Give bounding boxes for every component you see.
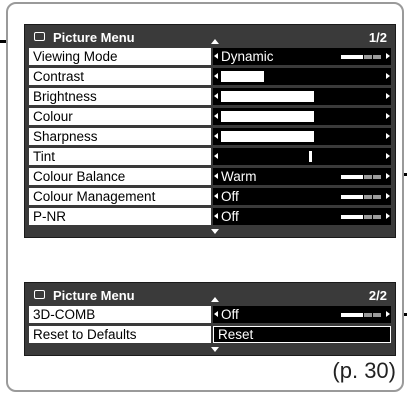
option-scale-icon <box>341 313 381 317</box>
setting-value: Off <box>221 209 239 224</box>
panel-title: Picture Menu <box>53 288 135 303</box>
menu-item-label: 3D-COMB <box>29 306 211 323</box>
menu-row-viewing-mode[interactable]: Viewing Mode Dynamic <box>29 48 391 65</box>
menu-row-colour-management[interactable]: Colour Management Off <box>29 188 391 205</box>
tint-marker[interactable] <box>308 150 313 163</box>
level-bar <box>221 111 314 122</box>
right-arrow-icon[interactable] <box>386 153 390 159</box>
left-arrow-icon[interactable] <box>214 73 218 79</box>
level-bar <box>221 131 314 142</box>
p-nr-control[interactable]: Off <box>213 208 391 225</box>
sharpness-control[interactable] <box>213 128 391 145</box>
scroll-up-arrow-icon[interactable] <box>211 39 219 44</box>
menu-item-label: Colour <box>29 108 211 125</box>
right-arrow-icon[interactable] <box>386 113 390 119</box>
right-arrow-icon[interactable] <box>386 133 390 139</box>
right-arrow-icon[interactable] <box>386 53 390 59</box>
tint-control[interactable] <box>213 148 391 165</box>
option-scale-icon <box>341 215 381 219</box>
menu-item-label: P-NR <box>29 208 211 225</box>
scroll-down-area <box>29 228 391 237</box>
menu-item-label: Reset to Defaults <box>29 326 211 343</box>
menu-item-label: Tint <box>29 148 211 165</box>
menu-row-colour[interactable]: Colour <box>29 108 391 125</box>
setting-value: Warm <box>221 169 257 184</box>
picture-menu-panel-2: Picture Menu 2/2 3D-COMB Off Reset to Defa… <box>24 282 396 356</box>
option-scale-icon <box>341 55 381 59</box>
right-arrow-icon[interactable] <box>386 73 390 79</box>
level-bar <box>221 71 264 82</box>
colour-control[interactable] <box>213 108 391 125</box>
menu-row-tint[interactable]: Tint <box>29 148 391 165</box>
menu-icon <box>34 290 45 299</box>
menu-row-contrast[interactable]: Contrast <box>29 68 391 85</box>
reset-label: Reset <box>218 327 254 342</box>
panel-header: Picture Menu 1/2 <box>29 28 391 48</box>
brightness-control[interactable] <box>213 88 391 105</box>
scroll-down-area <box>29 346 391 355</box>
left-arrow-icon[interactable] <box>214 113 218 119</box>
left-arrow-icon[interactable] <box>214 193 218 199</box>
right-arrow-icon[interactable] <box>386 213 390 219</box>
right-arrow-icon[interactable] <box>386 193 390 199</box>
setting-value: Off <box>221 307 239 322</box>
left-arrow-icon[interactable] <box>214 93 218 99</box>
menu-item-label: Viewing Mode <box>29 48 211 65</box>
menu-icon <box>34 32 45 41</box>
menu-item-label: Brightness <box>29 88 211 105</box>
menu-item-label: Colour Balance <box>29 168 211 185</box>
leader-dot <box>404 313 407 316</box>
panel-title: Picture Menu <box>53 30 135 45</box>
menu-row-sharpness[interactable]: Sharpness <box>29 128 391 145</box>
page-indicator: 2/2 <box>368 288 387 303</box>
left-arrow-icon[interactable] <box>214 53 218 59</box>
viewing-mode-control[interactable]: Dynamic <box>213 48 391 65</box>
menu-row-brightness[interactable]: Brightness <box>29 88 391 105</box>
colour-balance-control[interactable]: Warm <box>213 168 391 185</box>
picture-menu-panel-1: Picture Menu 1/2 Viewing Mode Dynamic Cont… <box>24 24 396 238</box>
colour-management-control[interactable]: Off <box>213 188 391 205</box>
right-arrow-icon[interactable] <box>386 93 390 99</box>
page-indicator: 1/2 <box>368 30 387 45</box>
option-scale-icon <box>341 195 381 199</box>
scroll-down-arrow-icon[interactable] <box>211 347 219 352</box>
menu-item-label: Sharpness <box>29 128 211 145</box>
page-reference: (p. 30) <box>332 358 396 383</box>
menu-rows: 3D-COMB Off Reset to Defaults Reset <box>29 306 391 343</box>
left-arrow-icon[interactable] <box>214 213 218 219</box>
panel-header: Picture Menu 2/2 <box>29 286 391 306</box>
scroll-up-arrow-icon[interactable] <box>211 297 219 302</box>
contrast-control[interactable] <box>213 68 391 85</box>
option-scale-icon <box>341 175 381 179</box>
menu-row-reset-to-defaults[interactable]: Reset to Defaults Reset <box>29 326 391 343</box>
setting-value: Off <box>221 189 239 204</box>
menu-item-label: Colour Management <box>29 188 211 205</box>
left-arrow-icon[interactable] <box>214 153 218 159</box>
scroll-down-arrow-icon[interactable] <box>211 229 219 234</box>
reset-button[interactable]: Reset <box>213 326 391 343</box>
setting-value: Dynamic <box>221 49 274 64</box>
menu-rows: Viewing Mode Dynamic Contrast Brightness Col… <box>29 48 391 225</box>
left-arrow-icon[interactable] <box>214 311 218 317</box>
left-arrow-icon[interactable] <box>214 173 218 179</box>
menu-item-label: Contrast <box>29 68 211 85</box>
left-arrow-icon[interactable] <box>214 133 218 139</box>
menu-row-3d-comb[interactable]: 3D-COMB Off <box>29 306 391 323</box>
manual-figure: Picture Menu 1/2 Viewing Mode Dynamic Cont… <box>0 0 412 398</box>
3d-comb-control[interactable]: Off <box>213 306 391 323</box>
leader-dot <box>404 173 407 176</box>
right-arrow-icon[interactable] <box>386 173 390 179</box>
menu-row-p-nr[interactable]: P-NR Off <box>29 208 391 225</box>
right-arrow-icon[interactable] <box>386 311 390 317</box>
menu-row-colour-balance[interactable]: Colour Balance Warm <box>29 168 391 185</box>
level-bar <box>221 91 314 102</box>
